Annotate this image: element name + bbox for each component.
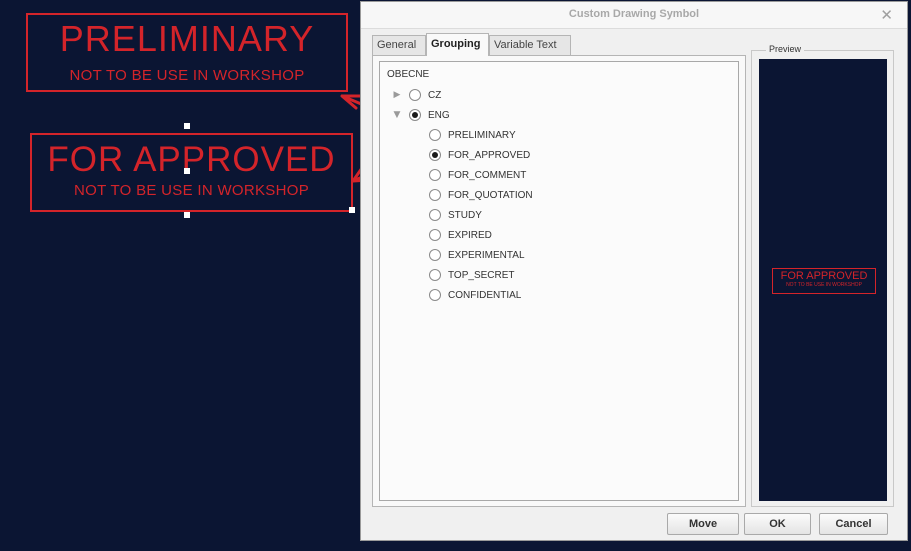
tab-grouping[interactable]: Grouping (426, 33, 489, 56)
group-tree[interactable]: OBECNE ▶ CZ ▼ ENG PRELIMINARY FOR_APPROV… (379, 61, 739, 501)
custom-drawing-symbol-dialog: Custom Drawing Symbol ✕ General Grouping… (360, 1, 908, 541)
collapse-arrow-icon[interactable]: ▼ (391, 110, 403, 120)
tree-item-for-comment[interactable]: FOR_COMMENT (429, 167, 526, 183)
radio-button[interactable] (429, 189, 441, 201)
tree-group-label: ENG (428, 109, 450, 121)
tree-item-label: TOP_SECRET (448, 269, 515, 281)
radio-button[interactable] (429, 229, 441, 241)
preview-area: FOR APPROVED NOT TO BE USE IN WORKSHOP (759, 59, 887, 501)
tree-item-label: FOR_QUOTATION (448, 189, 533, 201)
tree-group-eng[interactable]: ▼ ENG (391, 107, 450, 123)
tree-item-study[interactable]: STUDY (429, 207, 482, 223)
preview-symbol: FOR APPROVED NOT TO BE USE IN WORKSHOP (772, 268, 876, 294)
tree-item-label: CONFIDENTIAL (448, 289, 522, 301)
preview-sub-text: NOT TO BE USE IN WORKSHOP (786, 282, 862, 288)
tree-group-cz[interactable]: ▶ CZ (391, 87, 441, 103)
radio-button[interactable] (429, 209, 441, 221)
tree-item-label: FOR_APPROVED (448, 149, 531, 161)
preview-group: Preview FOR APPROVED NOT TO BE USE IN WO… (751, 44, 894, 507)
tree-item-label: STUDY (448, 209, 482, 221)
move-button[interactable]: Move (667, 513, 739, 535)
tree-item-label: PRELIMINARY (448, 129, 516, 141)
tree-item-experimental[interactable]: EXPERIMENTAL (429, 247, 525, 263)
dialog-titlebar[interactable]: Custom Drawing Symbol ✕ (361, 2, 907, 29)
tab-variable-text[interactable]: Variable Text (489, 35, 571, 55)
preview-main-text: FOR APPROVED (780, 270, 868, 282)
tree-item-preliminary[interactable]: PRELIMINARY (429, 127, 516, 143)
grouping-panel: OBECNE ▶ CZ ▼ ENG PRELIMINARY FOR_APPROV… (372, 55, 746, 507)
ok-button[interactable]: OK (744, 513, 811, 535)
tree-item-top-secret[interactable]: TOP_SECRET (429, 267, 515, 283)
radio-button-selected[interactable] (429, 149, 441, 161)
radio-button[interactable] (429, 269, 441, 281)
radio-button[interactable] (429, 169, 441, 181)
radio-button[interactable] (429, 129, 441, 141)
radio-button-selected[interactable] (409, 109, 421, 121)
radio-button[interactable] (429, 289, 441, 301)
tree-item-label: EXPIRED (448, 229, 492, 241)
tree-item-expired[interactable]: EXPIRED (429, 227, 492, 243)
tree-item-for-quotation[interactable]: FOR_QUOTATION (429, 187, 533, 203)
close-icon[interactable]: ✕ (880, 6, 893, 24)
tree-item-confidential[interactable]: CONFIDENTIAL (429, 287, 521, 303)
expand-arrow-icon[interactable]: ▶ (391, 90, 403, 100)
preview-legend: Preview (766, 44, 805, 54)
cancel-button[interactable]: Cancel (819, 513, 888, 535)
tree-item-for-approved[interactable]: FOR_APPROVED (429, 147, 530, 163)
tree-group-label: CZ (428, 89, 442, 101)
dialog-title: Custom Drawing Symbol (568, 8, 700, 20)
radio-button[interactable] (409, 89, 421, 101)
radio-button[interactable] (429, 249, 441, 261)
tab-general[interactable]: General (372, 35, 426, 55)
tree-item-label: FOR_COMMENT (448, 169, 527, 181)
tree-item-label: EXPERIMENTAL (448, 249, 525, 261)
tree-root-label: OBECNE (387, 69, 430, 80)
